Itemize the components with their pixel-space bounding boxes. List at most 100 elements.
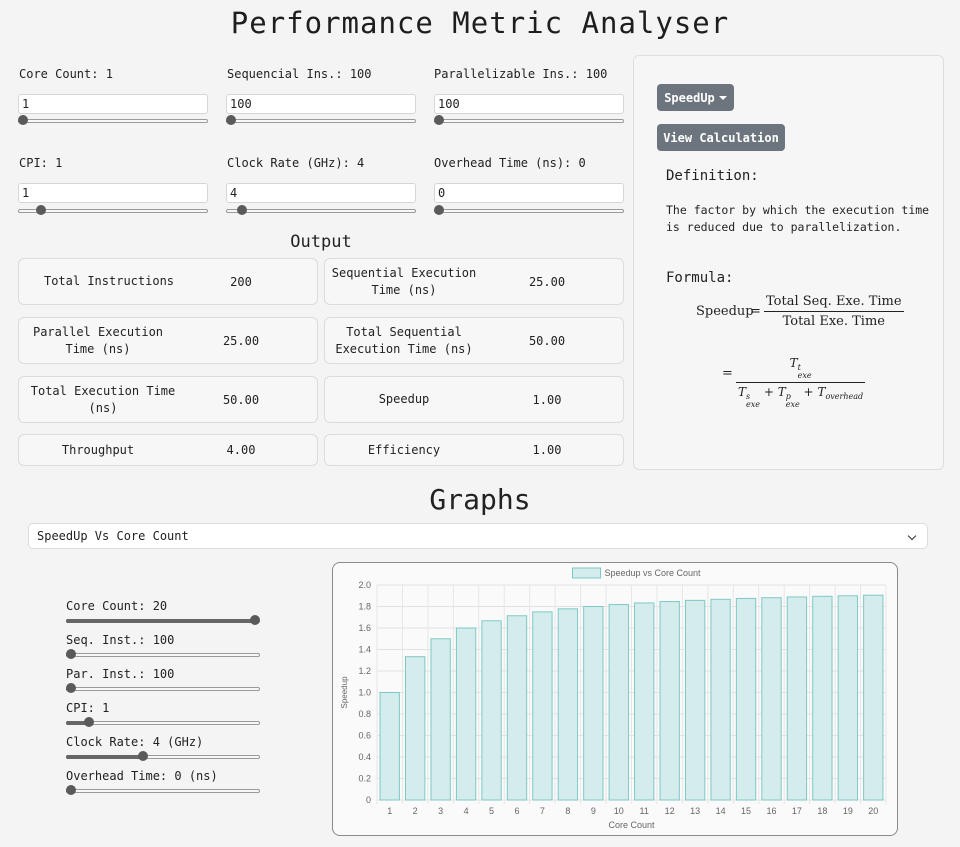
overhead-time-input[interactable] <box>434 183 624 203</box>
formula-numerator: Total Seq. Exe. Time <box>766 294 902 309</box>
definition-text: The factor by which the execution time i… <box>666 203 930 234</box>
chart-bar <box>659 601 680 801</box>
metric-label: Parallel Execution Time (ns) <box>32 324 164 356</box>
overhead-time-slider[interactable] <box>434 205 624 217</box>
x-tick-label: 17 <box>792 806 802 816</box>
metric-total-execution-time: Total Execution Time (ns) 50.00 <box>18 376 318 423</box>
metric-sequential-execution-time: Sequential Execution Time (ns) 25.00 <box>324 258 624 305</box>
view-calculation-button[interactable]: View Calculation <box>657 124 785 151</box>
sequential-ins-slider[interactable] <box>226 115 416 127</box>
x-tick-label: 9 <box>591 806 596 816</box>
graph-clock-rate-slider[interactable] <box>66 751 260 763</box>
x-tick-label: 4 <box>464 806 469 816</box>
metric-label: Total Execution Time (ns) <box>30 383 176 415</box>
definition-title: Definition: <box>666 168 759 184</box>
graph-select-value: SpeedUp Vs Core Count <box>37 529 189 543</box>
slider-thumb[interactable] <box>236 205 247 215</box>
caret-down-icon <box>718 95 727 100</box>
slider-thumb[interactable] <box>137 751 148 761</box>
graph-par-inst-slider[interactable] <box>66 683 260 695</box>
chart-bar <box>379 692 400 801</box>
chart-bar <box>583 606 604 801</box>
speedup-chart: 0 0.2 0.4 0.6 0.8 1.0 1.2 1.4 1.6 1.8 2.0 1 2 3 4 5 6 7 8 9… <box>332 562 898 836</box>
y-tick-label: 1.4 <box>358 645 371 655</box>
legend-label: Speedup vs Core Count <box>605 568 702 578</box>
slider-thumb[interactable] <box>84 717 95 727</box>
output-heading: Output <box>290 232 352 252</box>
metric-label: Total Sequential Execution Time (ns) <box>335 324 473 356</box>
formula-fraction-2: Tt exe Ts exe + Tp exe + Toverhead <box>736 356 866 409</box>
metric-value: 25.00 <box>222 333 260 348</box>
chart-bar <box>608 604 629 801</box>
metric-dropdown-button[interactable]: SpeedUp <box>657 84 734 111</box>
parallelizable-ins-slider[interactable] <box>434 115 624 127</box>
y-tick-label: 0 <box>366 795 371 805</box>
graph-cpi-slider[interactable] <box>66 717 260 729</box>
metric-label: Sequential Execution Time (ns) <box>331 265 477 297</box>
clock-rate-slider[interactable] <box>226 205 416 217</box>
graph-par-inst-label: Par. Inst.: 100 <box>66 667 175 681</box>
x-tick-label: 8 <box>565 806 570 816</box>
slider-thumb[interactable] <box>250 615 260 625</box>
chart-bar <box>430 638 451 801</box>
chart-bar <box>837 595 858 801</box>
x-axis-title: Core Count <box>608 820 655 830</box>
clock-rate-input[interactable] <box>226 183 416 203</box>
metric-dropdown-label: SpeedUp <box>664 90 715 105</box>
chart-svg: 00.20.40.60.81.01.21.41.61.82.01 2 3 4 5 6 7 8 9… <box>340 567 887 830</box>
chart-bar <box>481 620 502 801</box>
metric-value: 1.00 <box>532 392 562 407</box>
x-tick-label: 14 <box>716 806 726 816</box>
x-tick-label: 19 <box>843 806 853 816</box>
graph-seq-inst-slider[interactable] <box>66 649 260 661</box>
slider-thumb[interactable] <box>18 115 28 125</box>
slider-thumb[interactable] <box>36 205 46 215</box>
x-tick-label: 10 <box>614 806 624 816</box>
chart-bar <box>684 599 706 801</box>
graph-core-count-label: Core Count: 20 <box>66 599 168 613</box>
x-tick-label: 5 <box>489 806 494 816</box>
metric-label: Total Instructions <box>43 274 175 288</box>
chart-bar <box>532 611 553 801</box>
slider-thumb[interactable] <box>434 205 444 215</box>
parallelizable-ins-input[interactable] <box>434 94 624 114</box>
x-tick-label: 15 <box>741 806 751 816</box>
chart-bar <box>455 627 477 801</box>
slider-thumb[interactable] <box>66 785 76 795</box>
metric-label: Throughput <box>61 442 135 457</box>
core-count-label: Core Count: 1 <box>19 67 113 81</box>
slider-thumb[interactable] <box>66 683 76 693</box>
graph-core-count-slider[interactable] <box>66 615 260 627</box>
metric-value: 25.00 <box>528 274 566 289</box>
core-count-input[interactable] <box>18 94 208 114</box>
graph-select[interactable]: SpeedUp Vs Core Count <box>28 523 928 549</box>
y-tick-label: 1.0 <box>358 688 371 698</box>
cpi-label: CPI: 1 <box>19 156 63 170</box>
x-tick-label: 3 <box>438 806 443 816</box>
core-count-slider[interactable] <box>18 115 208 127</box>
chart-bar <box>863 594 884 801</box>
formula-equals-2: = <box>722 366 733 381</box>
cpi-input[interactable] <box>18 183 208 203</box>
metric-efficiency: Efficiency 1.00 <box>324 434 624 466</box>
y-tick-label: 0.4 <box>358 752 371 762</box>
graph-clock-rate-label: Clock Rate: 4 (GHz) <box>66 735 204 749</box>
graph-overhead-time-slider[interactable] <box>66 785 260 797</box>
slider-thumb[interactable] <box>66 649 76 659</box>
sequential-ins-input[interactable] <box>226 94 416 114</box>
chart-bar <box>557 608 579 801</box>
cpi-slider[interactable] <box>18 205 208 217</box>
x-tick-label: 18 <box>817 806 827 816</box>
slider-thumb[interactable] <box>226 115 236 125</box>
chart-bar <box>506 615 528 801</box>
slider-thumb[interactable] <box>434 115 444 125</box>
metric-value: 1.00 <box>532 443 562 457</box>
chart-bar <box>710 598 731 801</box>
chart-bar <box>634 602 655 801</box>
graph-overhead-time-label: Overhead Time: 0 (ns) <box>66 769 218 783</box>
metric-speedup: Speedup 1.00 <box>324 376 624 423</box>
formula-title: Formula: <box>666 270 734 286</box>
x-tick-label: 11 <box>640 806 649 816</box>
y-tick-label: 1.8 <box>358 602 371 612</box>
chart-bar <box>405 656 426 801</box>
